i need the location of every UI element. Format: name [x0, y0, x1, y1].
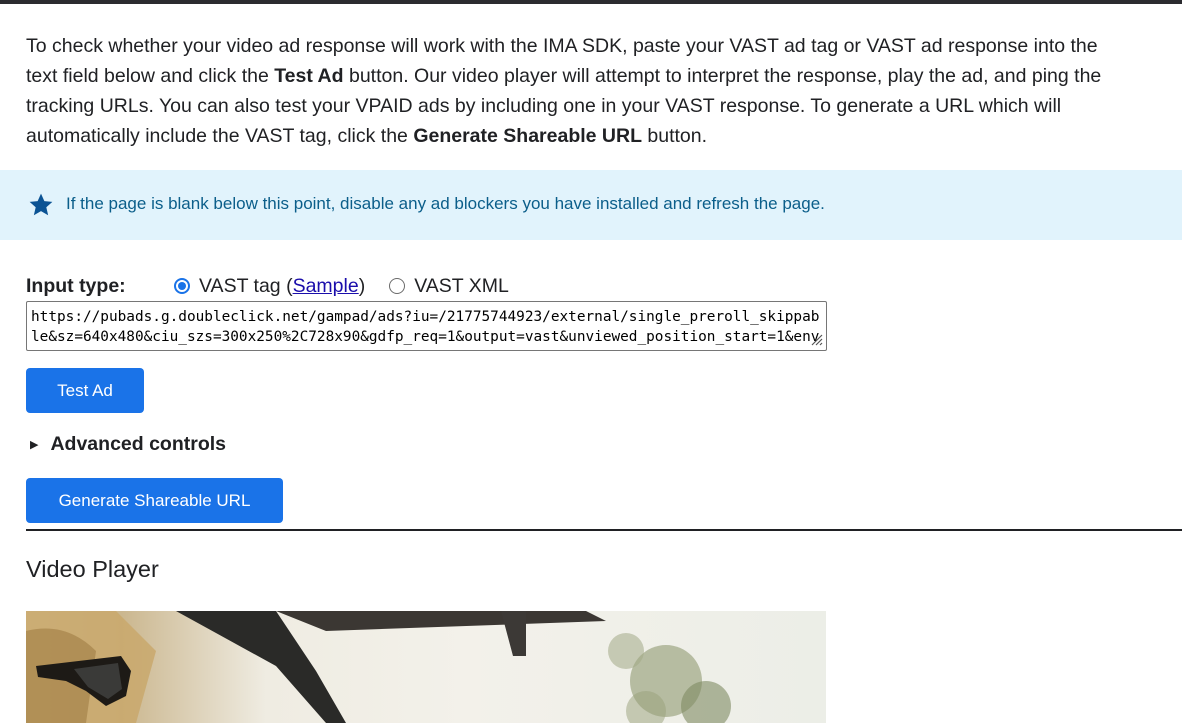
intro-paragraph: To check whether your video ad response … [26, 31, 1106, 151]
video-player-title: Video Player [26, 556, 159, 582]
advanced-controls-toggle[interactable]: ▶ Advanced controls [30, 433, 226, 456]
intro-bold-test-ad: Test Ad [274, 65, 344, 87]
top-bar [0, 0, 1182, 4]
vast-xml-option[interactable]: VAST XML [389, 275, 509, 298]
notice-text: If the page is blank below this point, d… [66, 194, 825, 213]
sample-link[interactable]: Sample [293, 275, 359, 298]
intro-text-3: button. [641, 125, 708, 147]
vast-tag-label: VAST tag ( [199, 274, 293, 297]
adblock-notice: If the page is blank below this point, d… [0, 170, 1182, 240]
advanced-controls-label: Advanced controls [50, 433, 227, 455]
vast-tag-label-close: ) [358, 274, 366, 297]
vast-xml-radio[interactable] [389, 278, 406, 294]
test-ad-button[interactable]: Test Ad [26, 368, 144, 413]
input-type-row: Input type: VAST tag (Sample) VAST XML [26, 272, 509, 300]
resize-handle-icon[interactable] [808, 331, 824, 347]
vast-xml-label: VAST XML [414, 274, 509, 297]
disclosure-triangle-icon: ▶ [30, 439, 39, 451]
video-player[interactable] [26, 611, 826, 723]
intro-bold-generate-url: Generate Shareable URL [413, 125, 642, 147]
vast-tag-option[interactable]: VAST tag (Sample) [174, 275, 365, 298]
generate-shareable-url-button[interactable]: Generate Shareable URL [26, 478, 283, 523]
vast-tag-textarea[interactable]: https://pubads.g.doubleclick.net/gampad/… [26, 301, 827, 351]
star-icon [29, 193, 53, 216]
video-frame-image [26, 611, 731, 723]
input-type-label: Input type: [26, 274, 126, 297]
vast-tag-radio[interactable] [174, 278, 190, 294]
section-divider [26, 529, 1182, 531]
